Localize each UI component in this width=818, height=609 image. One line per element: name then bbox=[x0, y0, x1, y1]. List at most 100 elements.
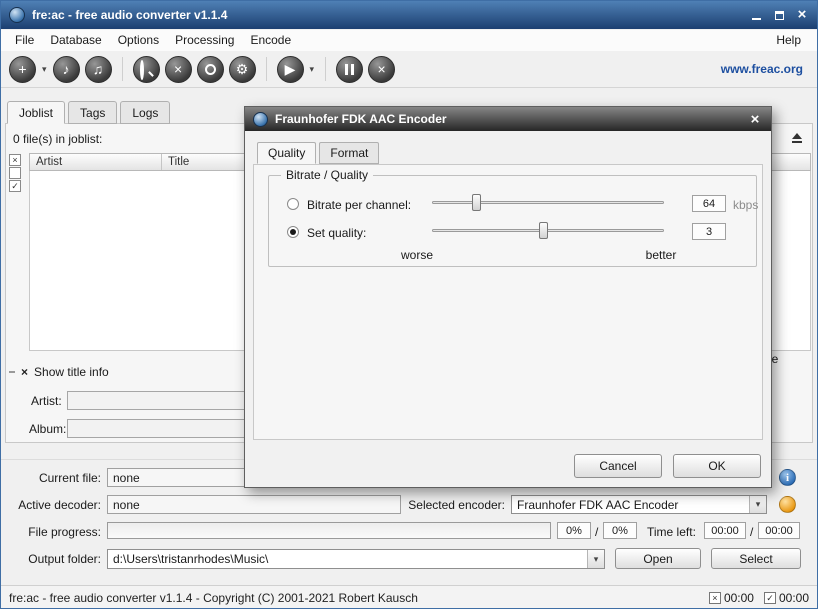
bitrate-value-field[interactable]: 64 bbox=[692, 195, 726, 212]
pause-icon bbox=[345, 64, 354, 75]
eject-icon[interactable] bbox=[787, 129, 807, 147]
progress-percent-field: 0% bbox=[557, 522, 591, 539]
website-link[interactable]: www.freac.org bbox=[721, 62, 809, 76]
menu-database[interactable]: Database bbox=[42, 30, 109, 51]
menu-encode[interactable]: Encode bbox=[242, 30, 299, 51]
dialog-close-button[interactable]: × bbox=[747, 111, 763, 128]
worse-label: worse bbox=[387, 248, 447, 262]
remaining-time-toggle[interactable]: ✓ 00:00 bbox=[764, 591, 809, 605]
window-title: fre:ac - free audio converter v1.1.4 bbox=[32, 8, 227, 22]
toolbar: + ▾ ♪ ♫ × ⚙ ▶ ▾ × www.freac.org bbox=[1, 51, 817, 88]
open-button[interactable]: Open bbox=[615, 548, 701, 569]
time-checkbox-icon[interactable]: × bbox=[709, 592, 721, 604]
bitrate-radio-label[interactable]: Bitrate per channel: bbox=[307, 198, 411, 212]
splitter-handle-icon bbox=[9, 371, 15, 373]
active-decoder-field: none bbox=[107, 495, 401, 514]
tab-logs[interactable]: Logs bbox=[120, 101, 170, 124]
percent-separator: / bbox=[595, 525, 598, 539]
time-checkbox-icon[interactable]: ✓ bbox=[764, 592, 776, 604]
main-tabstrip: Joblist Tags Logs bbox=[7, 101, 173, 124]
joblist-count-label: 0 file(s) in joblist: bbox=[13, 132, 102, 146]
better-label: better bbox=[631, 248, 691, 262]
tab-quality[interactable]: Quality bbox=[257, 142, 316, 164]
selected-encoder-value: Fraunhofer FDK AAC Encoder bbox=[512, 496, 749, 513]
stop-encoding-icon[interactable]: × bbox=[368, 56, 395, 83]
add-files-dropdown-icon[interactable]: ▾ bbox=[42, 64, 47, 75]
select-button[interactable]: Select bbox=[711, 548, 801, 569]
chevron-down-icon[interactable]: ▾ bbox=[749, 496, 766, 513]
toolbar-separator bbox=[266, 57, 267, 81]
dialog-app-icon bbox=[253, 112, 268, 127]
elapsed-time-value: 00:00 bbox=[724, 591, 754, 605]
dialog-tabstrip: Quality Format bbox=[257, 142, 382, 164]
window-titlebar: fre:ac - free audio converter v1.1.4 × bbox=[1, 1, 817, 29]
output-folder-dropdown[interactable]: d:\Users\tristanrhodes\Music\ ▾ bbox=[107, 549, 605, 569]
output-folder-value: d:\Users\tristanrhodes\Music\ bbox=[108, 550, 587, 568]
group-title: Bitrate / Quality bbox=[281, 168, 373, 182]
toolbar-separator bbox=[122, 57, 123, 81]
collapse-x-icon: × bbox=[21, 366, 28, 378]
close-button[interactable]: × bbox=[795, 8, 809, 22]
menubar: File Database Options Processing Encode … bbox=[1, 30, 817, 51]
bitrate-slider-handle[interactable] bbox=[472, 194, 481, 211]
start-encoding-icon[interactable]: ▶ bbox=[277, 56, 304, 83]
menu-file[interactable]: File bbox=[7, 30, 42, 51]
encoder-status-icon[interactable] bbox=[779, 496, 796, 513]
maximize-icon bbox=[775, 11, 784, 20]
minimize-icon bbox=[752, 18, 761, 20]
quality-slider-handle[interactable] bbox=[539, 222, 548, 239]
start-encoding-dropdown-icon[interactable]: ▾ bbox=[310, 64, 315, 75]
time-left-track-field: 00:00 bbox=[704, 522, 746, 539]
rip-cd-icon[interactable]: ♪ bbox=[53, 56, 80, 83]
menu-processing[interactable]: Processing bbox=[167, 30, 242, 51]
tab-format[interactable]: Format bbox=[319, 142, 379, 164]
bitrate-slider[interactable] bbox=[432, 194, 664, 211]
menu-help[interactable]: Help bbox=[766, 30, 811, 51]
submit-cddb-icon[interactable]: × bbox=[165, 56, 192, 83]
active-decoder-label: Active decoder: bbox=[5, 498, 101, 512]
tab-joblist[interactable]: Joblist bbox=[7, 101, 65, 124]
query-cddb-icon[interactable] bbox=[133, 56, 160, 83]
app-window: fre:ac - free audio converter v1.1.4 × F… bbox=[0, 0, 818, 609]
minimize-button[interactable] bbox=[749, 8, 763, 22]
artist-label: Artist: bbox=[31, 394, 62, 408]
time-separator: / bbox=[750, 525, 753, 539]
add-files-icon[interactable]: + bbox=[9, 56, 36, 83]
statusbar-times: × 00:00 ✓ 00:00 bbox=[709, 591, 809, 605]
statusbar-text: fre:ac - free audio converter v1.1.4 - C… bbox=[9, 591, 418, 605]
bitrate-unit-label: kbps bbox=[733, 198, 758, 212]
chevron-down-icon[interactable]: ▾ bbox=[587, 550, 604, 568]
toggle-selection-checkbox[interactable]: ✓ bbox=[9, 180, 21, 192]
selected-encoder-label: Selected encoder: bbox=[401, 498, 505, 512]
file-progress-label: File progress: bbox=[5, 525, 101, 539]
dialog-title: Fraunhofer FDK AAC Encoder bbox=[275, 112, 447, 126]
quality-radio-label[interactable]: Set quality: bbox=[307, 226, 366, 240]
select-none-checkbox[interactable] bbox=[9, 167, 21, 179]
cancel-button[interactable]: Cancel bbox=[574, 454, 662, 478]
quality-radio[interactable] bbox=[287, 226, 299, 238]
time-left-total-field: 00:00 bbox=[758, 522, 800, 539]
quality-value-field[interactable]: 3 bbox=[692, 223, 726, 240]
menu-options[interactable]: Options bbox=[110, 30, 167, 51]
settings-icon[interactable]: ⚙ bbox=[229, 56, 256, 83]
info-status-icon[interactable]: i bbox=[779, 469, 796, 486]
ok-button[interactable]: OK bbox=[673, 454, 761, 478]
column-header-artist[interactable]: Artist bbox=[30, 154, 162, 170]
file-progress-bar bbox=[107, 522, 551, 539]
create-playlist-icon[interactable]: ♫ bbox=[85, 56, 112, 83]
dialog-titlebar: Fraunhofer FDK AAC Encoder × bbox=[245, 107, 771, 131]
select-all-checkbox[interactable]: × bbox=[9, 154, 21, 166]
maximize-button[interactable] bbox=[772, 8, 786, 22]
show-title-info-label: Show title info bbox=[34, 365, 109, 379]
remaining-time-value: 00:00 bbox=[779, 591, 809, 605]
pause-encoding-icon[interactable] bbox=[336, 56, 363, 83]
show-title-info-toggle[interactable]: × Show title info bbox=[9, 365, 109, 379]
statusbar: fre:ac - free audio converter v1.1.4 - C… bbox=[1, 585, 817, 609]
elapsed-time-toggle[interactable]: × 00:00 bbox=[709, 591, 754, 605]
tab-tags[interactable]: Tags bbox=[68, 101, 117, 124]
app-icon bbox=[9, 7, 25, 23]
quality-slider[interactable] bbox=[432, 222, 664, 239]
album-art-icon[interactable] bbox=[197, 56, 224, 83]
selected-encoder-dropdown[interactable]: Fraunhofer FDK AAC Encoder ▾ bbox=[511, 495, 767, 514]
bitrate-radio[interactable] bbox=[287, 198, 299, 210]
